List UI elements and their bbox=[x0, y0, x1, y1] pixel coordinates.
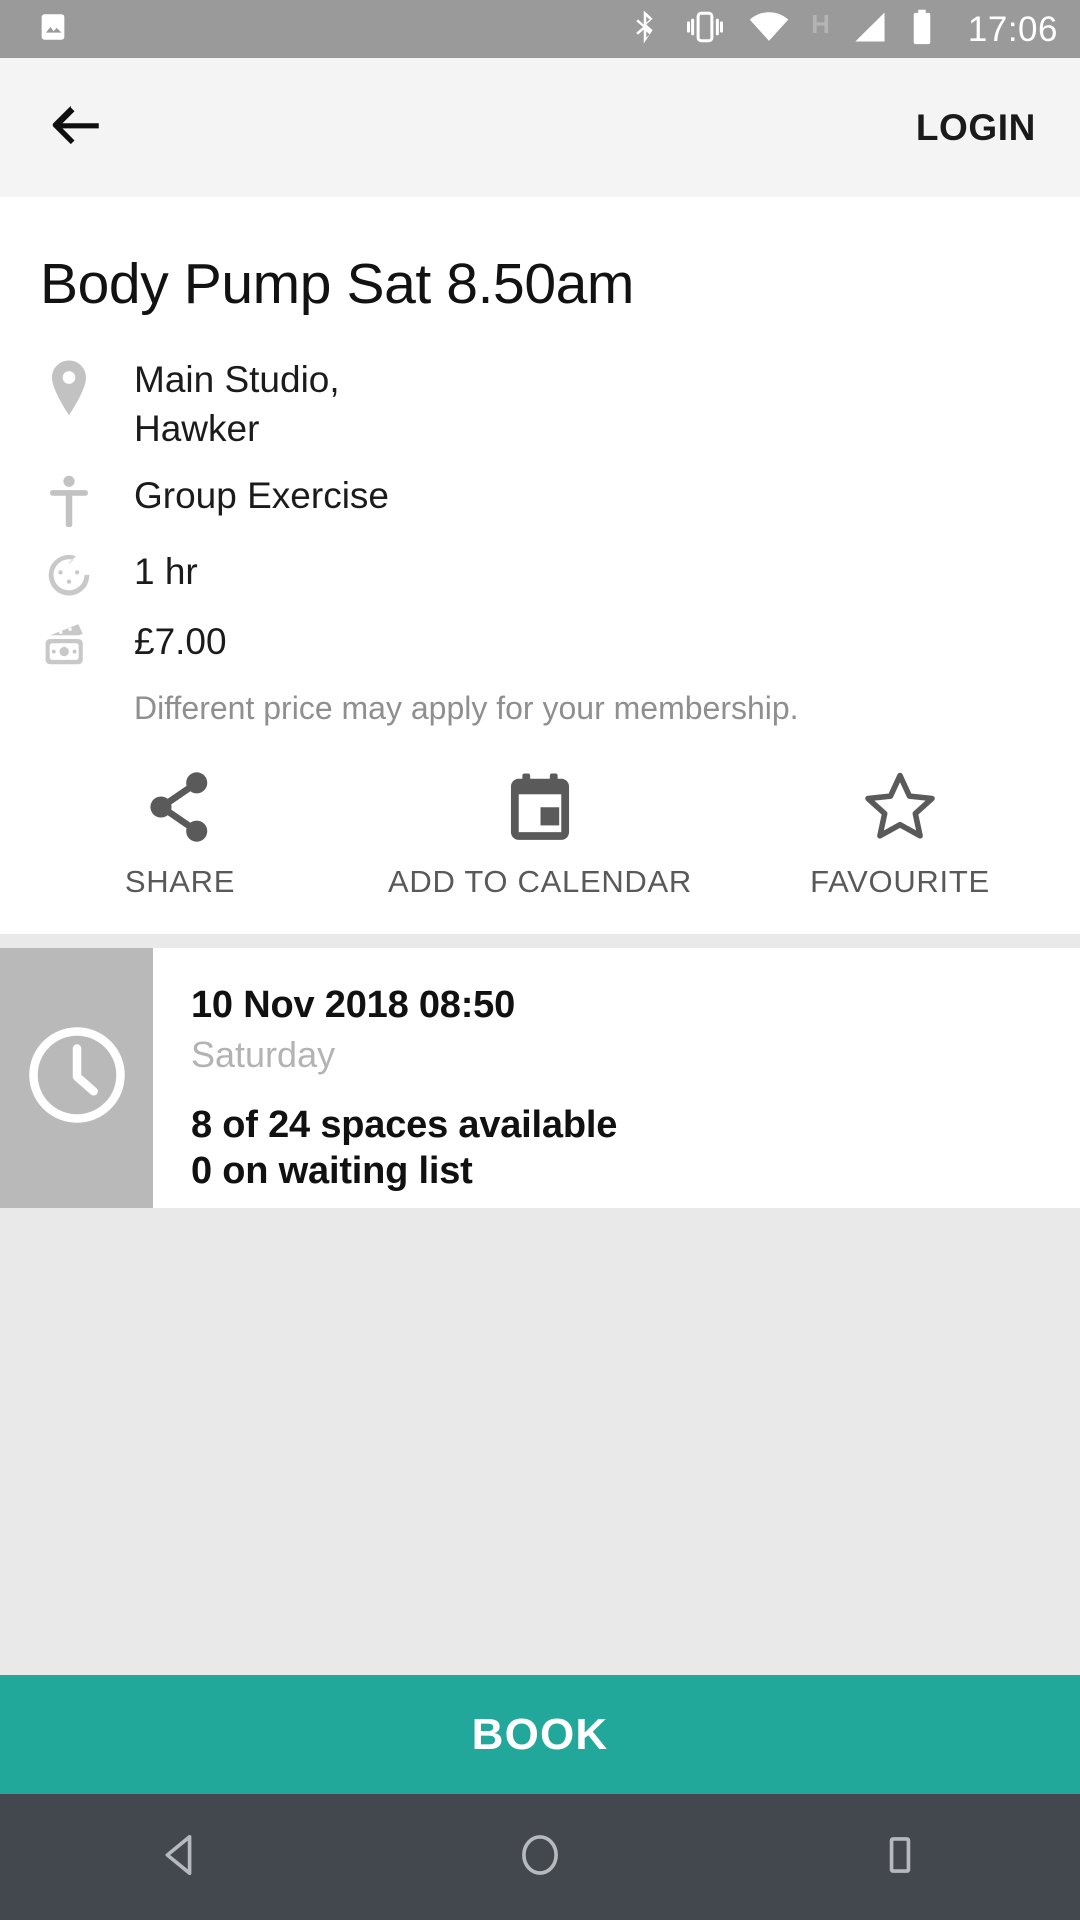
action-bar: SHARE ADD TO CALENDAR FAVOURITE bbox=[0, 729, 1080, 934]
share-label: SHARE bbox=[124, 863, 236, 899]
recents-square-icon bbox=[877, 1832, 923, 1883]
session-waiting-list: 0 on waiting list bbox=[191, 1149, 473, 1192]
session-spaces-available: 8 of 24 spaces available bbox=[191, 1104, 618, 1147]
session-thumbnail bbox=[0, 947, 153, 1208]
share-button[interactable]: SHARE bbox=[0, 771, 360, 900]
location-text: Main Studio, Hawker bbox=[98, 355, 340, 453]
vibrate-icon bbox=[683, 10, 727, 49]
status-bar-left bbox=[36, 10, 70, 49]
back-button[interactable] bbox=[38, 90, 114, 166]
location-line-1: Main Studio, bbox=[134, 358, 340, 400]
cellular-signal-icon bbox=[852, 11, 888, 48]
section-divider bbox=[0, 933, 1080, 948]
info-row-price: £7.00 bbox=[40, 608, 1040, 680]
price-text: £7.00 bbox=[134, 621, 227, 663]
money-banknote-icon bbox=[40, 617, 98, 671]
page-title: Body Pump Sat 8.50am bbox=[40, 252, 635, 316]
session-details: 10 Nov 2018 08:50 Saturday 8 of 24 space… bbox=[153, 948, 1080, 1208]
app-bar: LOGIN bbox=[0, 58, 1080, 197]
add-to-calendar-label: ADD TO CALENDAR bbox=[388, 863, 692, 899]
info-row-category: Group Exercise bbox=[40, 462, 1040, 538]
phone-screen: H 17:06 LOGIN Body Pump Sat 8.50am Main … bbox=[0, 0, 1080, 1920]
clock-icon bbox=[26, 1024, 128, 1131]
session-day: Saturday bbox=[191, 1034, 336, 1076]
nav-home-button[interactable] bbox=[360, 1832, 720, 1883]
favourite-label: FAVOURITE bbox=[810, 863, 990, 899]
book-button[interactable]: BOOK bbox=[0, 1675, 1080, 1794]
star-outline-icon bbox=[863, 772, 937, 842]
price-note: Different price may apply for your membe… bbox=[134, 690, 799, 727]
accessibility-person-icon bbox=[40, 471, 98, 529]
favourite-button[interactable]: FAVOURITE bbox=[720, 772, 1080, 900]
add-to-calendar-button[interactable]: ADD TO CALENDAR bbox=[360, 772, 720, 900]
book-label: BOOK bbox=[471, 1709, 609, 1759]
duration-text: 1 hr bbox=[134, 551, 198, 593]
status-bar-right: H 17:06 bbox=[629, 8, 1058, 51]
home-circle-icon bbox=[517, 1832, 563, 1883]
location-pin-icon bbox=[40, 355, 98, 417]
back-triangle-icon bbox=[157, 1832, 203, 1883]
category-text: Group Exercise bbox=[134, 475, 389, 517]
calendar-icon bbox=[506, 772, 574, 842]
wifi-icon bbox=[749, 11, 789, 48]
nav-back-button[interactable] bbox=[0, 1832, 360, 1883]
location-line-2: Hawker bbox=[134, 407, 260, 449]
session-datetime: 10 Nov 2018 08:50 bbox=[191, 983, 516, 1026]
login-button[interactable]: LOGIN bbox=[916, 107, 1036, 149]
session-card[interactable]: 10 Nov 2018 08:50 Saturday 8 of 24 space… bbox=[0, 947, 1080, 1208]
image-icon bbox=[36, 10, 70, 49]
bluetooth-icon bbox=[629, 8, 661, 51]
status-bar: H 17:06 bbox=[0, 0, 1080, 58]
empty-area bbox=[0, 1207, 1080, 1675]
class-detail-content: Body Pump Sat 8.50am Main Studio, Hawker … bbox=[0, 197, 1080, 934]
class-info-list: Main Studio, Hawker Group Exercise 1 hr £… bbox=[0, 326, 1080, 730]
back-arrow-icon bbox=[50, 103, 102, 152]
battery-icon bbox=[910, 9, 934, 50]
timer-icon bbox=[40, 547, 98, 599]
nav-recents-button[interactable] bbox=[720, 1832, 1080, 1883]
status-bar-clock: 17:06 bbox=[967, 9, 1058, 49]
info-row-location: Main Studio, Hawker bbox=[40, 346, 1040, 462]
info-row-duration: 1 hr bbox=[40, 538, 1040, 608]
network-type-label: H bbox=[811, 9, 830, 39]
share-icon bbox=[145, 771, 215, 842]
system-nav-bar bbox=[0, 1794, 1080, 1920]
